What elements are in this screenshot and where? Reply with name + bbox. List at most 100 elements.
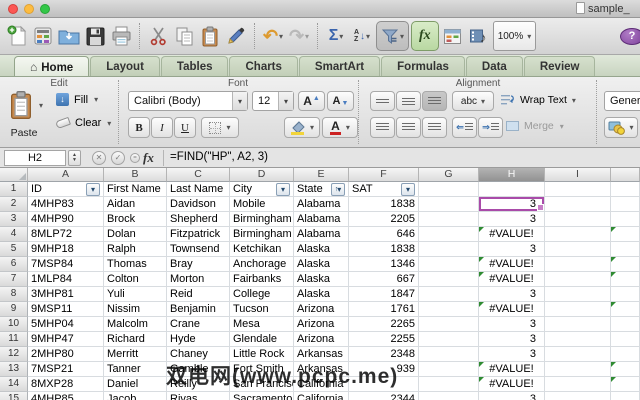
name-box[interactable]: H2	[4, 150, 66, 166]
autosum-dropdown-arrow[interactable]: ▾	[339, 32, 343, 41]
cell-H7[interactable]: #VALUE!	[479, 272, 545, 287]
cell-G14[interactable]	[419, 377, 479, 392]
row-header-3[interactable]: 3	[0, 212, 28, 227]
column-header-H[interactable]: H	[479, 168, 545, 182]
row-header-2[interactable]: 2	[0, 197, 28, 212]
cell-A15[interactable]: 4MHP85	[28, 392, 104, 400]
sort-dropdown-arrow[interactable]: ▾	[366, 32, 370, 41]
cell-H15[interactable]: 3	[479, 392, 545, 400]
paste-dropdown-arrow[interactable]: ▾	[39, 101, 43, 110]
row-header-14[interactable]: 14	[0, 377, 28, 392]
row-header-5[interactable]: 5	[0, 242, 28, 257]
cell-A3[interactable]: 4MHP90	[28, 212, 104, 227]
column-header-B[interactable]: B	[104, 168, 167, 182]
cell-I9[interactable]	[545, 302, 611, 317]
align-center-button[interactable]	[396, 117, 421, 138]
column-header-E[interactable]: E	[294, 168, 349, 182]
cell-D8[interactable]: College	[230, 287, 294, 302]
cell-J1[interactable]	[611, 182, 640, 197]
cell-G5[interactable]	[419, 242, 479, 257]
cell-C7[interactable]: Morton	[167, 272, 230, 287]
help-button[interactable]: ?	[620, 27, 640, 45]
cell-G12[interactable]	[419, 347, 479, 362]
cell-C4[interactable]: Fitzpatrick	[167, 227, 230, 242]
font-name-dropdown-arrow[interactable]: ▾	[232, 92, 247, 110]
fill-button[interactable]: ↓ Fill ▾	[56, 93, 98, 106]
font-name-combo[interactable]: Calibri (Body) ▾	[128, 91, 248, 111]
cell-J12[interactable]	[611, 347, 640, 362]
open-button[interactable]	[57, 21, 81, 51]
row-header-9[interactable]: 9	[0, 302, 28, 317]
cell-F6[interactable]: 1346	[349, 257, 419, 272]
cell-B1[interactable]: First Name▾	[104, 182, 167, 197]
cell-I3[interactable]	[545, 212, 611, 227]
cell-I10[interactable]	[545, 317, 611, 332]
row-header-4[interactable]: 4	[0, 227, 28, 242]
tab-tables[interactable]: Tables	[160, 56, 229, 76]
filter-button-sat[interactable]: ▾	[401, 183, 415, 196]
align-left-button[interactable]	[370, 117, 395, 138]
cell-B7[interactable]: Colton	[104, 272, 167, 287]
cell-G4[interactable]	[419, 227, 479, 242]
cell-F4[interactable]: 646	[349, 227, 419, 242]
filter-button-city[interactable]: ▾	[276, 183, 290, 196]
cell-G15[interactable]	[419, 392, 479, 400]
cell-A12[interactable]: 2MHP80	[28, 347, 104, 362]
border-button[interactable]: ▾	[201, 117, 239, 138]
cell-D1[interactable]: City ▾	[230, 182, 294, 197]
print-button[interactable]	[109, 21, 133, 51]
cell-H9[interactable]: #VALUE!	[479, 302, 545, 317]
tab-data[interactable]: Data	[465, 56, 523, 76]
undo-dropdown-arrow[interactable]: ▾	[279, 32, 283, 41]
decrease-indent-button[interactable]: ⇐	[452, 117, 477, 138]
cell-E7[interactable]: Alaska	[294, 272, 349, 287]
grow-font-button[interactable]: A ▲	[298, 91, 325, 111]
cell-H10[interactable]: 3	[479, 317, 545, 332]
cell-J6[interactable]	[611, 257, 640, 272]
increase-indent-button[interactable]: ⇒	[478, 117, 503, 138]
tab-home[interactable]: ⌂ Home	[14, 56, 90, 76]
cell-A7[interactable]: 1MLP84	[28, 272, 104, 287]
cell-F8[interactable]: 1847	[349, 287, 419, 302]
cell-A6[interactable]: 7MSP84	[28, 257, 104, 272]
cell-F3[interactable]: 2205	[349, 212, 419, 227]
cell-C9[interactable]: Benjamin	[167, 302, 230, 317]
cell-F2[interactable]: 1838	[349, 197, 419, 212]
fill-color-dropdown-arrow[interactable]: ▾	[310, 123, 314, 132]
cell-J8[interactable]	[611, 287, 640, 302]
paste-ribbon-button[interactable]	[9, 90, 33, 120]
row-header-1[interactable]: 1	[0, 182, 28, 197]
cell-E2[interactable]: Alabama	[294, 197, 349, 212]
selected-cell-H2[interactable]: 3	[479, 197, 545, 212]
cell-F11[interactable]: 2255	[349, 332, 419, 347]
currency-dropdown-arrow[interactable]: ▾	[629, 123, 633, 132]
minimize-window-button[interactable]	[24, 4, 34, 14]
cell-A10[interactable]: 5MHP04	[28, 317, 104, 332]
cell-F7[interactable]: 667	[349, 272, 419, 287]
row-header-7[interactable]: 7	[0, 272, 28, 287]
align-middle-button[interactable]	[396, 91, 421, 111]
cell-I7[interactable]	[545, 272, 611, 287]
cell-I12[interactable]	[545, 347, 611, 362]
cell-A2[interactable]: 4MHP83	[28, 197, 104, 212]
cell-D7[interactable]: Fairbanks	[230, 272, 294, 287]
select-all-corner[interactable]	[0, 168, 28, 182]
cell-B4[interactable]: Dolan	[104, 227, 167, 242]
zoom-control[interactable]: 100% ▾	[492, 21, 537, 51]
cell-H8[interactable]: 3	[479, 287, 545, 302]
column-header-G[interactable]: G	[419, 168, 479, 182]
cell-E10[interactable]: Arizona	[294, 317, 349, 332]
cell-E1[interactable]: State ↑ ▾	[294, 182, 349, 197]
cell-A11[interactable]: 9MHP47	[28, 332, 104, 347]
cell-E5[interactable]: Alaska	[294, 242, 349, 257]
filter-dropdown-arrow[interactable]: ▾	[400, 32, 404, 41]
cell-C5[interactable]: Townsend	[167, 242, 230, 257]
column-header-D[interactable]: D	[230, 168, 294, 182]
filter-button-id[interactable]: ▾	[86, 183, 100, 196]
font-color-dropdown-arrow[interactable]: ▾	[346, 123, 350, 132]
cell-E3[interactable]: Alabama	[294, 212, 349, 227]
row-header-12[interactable]: 12	[0, 347, 28, 362]
cell-E4[interactable]: Alabama	[294, 227, 349, 242]
formula-builder-button[interactable]: fx	[411, 21, 439, 51]
cell-B14[interactable]: Daniel	[104, 377, 167, 392]
